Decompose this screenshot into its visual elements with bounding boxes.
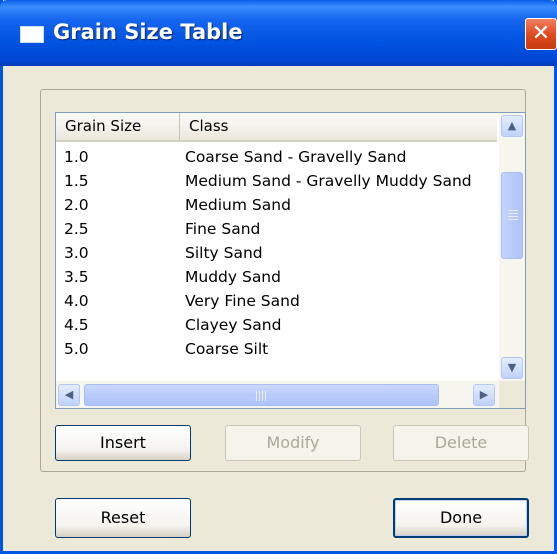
grain-size-table[interactable]: Grain Size Class 1.0 Coarse Sand - Gravel… xyxy=(55,112,526,409)
class-cell: Medium Sand xyxy=(185,196,291,214)
column-header-class[interactable]: Class xyxy=(180,113,497,140)
grain-size-cell: 4.5 xyxy=(64,316,89,334)
grain-size-cell: 1.5 xyxy=(64,172,89,190)
scroll-right-icon[interactable]: ▶ xyxy=(473,384,495,406)
class-cell: Fine Sand xyxy=(185,220,261,238)
window-icon xyxy=(20,26,44,43)
grip-line xyxy=(508,219,518,220)
class-cell: Muddy Sand xyxy=(185,268,281,286)
horizontal-scroll-thumb[interactable] xyxy=(84,384,439,406)
class-cell: Coarse Silt xyxy=(185,340,269,358)
close-button[interactable]: ✕ xyxy=(525,18,557,50)
table-row[interactable]: 3.5 Muddy Sand xyxy=(56,265,497,289)
grain-size-cell: 3.0 xyxy=(64,244,89,262)
vertical-scroll-thumb[interactable] xyxy=(501,172,523,259)
done-button[interactable]: Done xyxy=(393,498,529,538)
grip-line xyxy=(256,391,257,401)
class-cell: Very Fine Sand xyxy=(185,292,300,310)
table-header: Grain Size Class xyxy=(56,113,497,142)
window-title: Grain Size Table xyxy=(53,20,243,44)
scrollbar-corner xyxy=(499,381,525,408)
grain-size-cell: 5.0 xyxy=(64,340,89,358)
grain-size-dialog: Grain Size Table ✕ Grain Size Class 1.0 C… xyxy=(0,0,557,554)
table-rows: 1.0 Coarse Sand - Gravelly Sand 1.5 Medium… xyxy=(56,145,497,361)
insert-button[interactable]: Insert xyxy=(55,425,191,461)
grain-size-cell: 1.0 xyxy=(64,148,89,166)
grip-line xyxy=(508,216,518,217)
table-row[interactable]: 5.0 Coarse Silt xyxy=(56,337,497,361)
grain-size-cell: 2.5 xyxy=(64,220,89,238)
grip-line xyxy=(265,391,266,401)
scroll-down-icon[interactable]: ▼ xyxy=(501,357,523,379)
class-cell: Clayey Sand xyxy=(185,316,282,334)
modify-button[interactable]: Modify xyxy=(225,425,361,461)
class-cell: Silty Sand xyxy=(185,244,263,262)
scroll-left-icon[interactable]: ◀ xyxy=(58,384,80,406)
delete-button[interactable]: Delete xyxy=(393,425,529,461)
grain-size-cell: 4.0 xyxy=(64,292,89,310)
title-bar[interactable]: Grain Size Table ✕ xyxy=(0,0,557,66)
class-cell: Medium Sand - Gravelly Muddy Sand xyxy=(185,172,472,190)
grip-line xyxy=(508,213,518,214)
column-header-grain-size[interactable]: Grain Size xyxy=(56,113,180,140)
grain-size-cell: 3.5 xyxy=(64,268,89,286)
grip-line xyxy=(508,210,518,211)
class-cell: Coarse Sand - Gravelly Sand xyxy=(185,148,407,166)
table-row[interactable]: 4.0 Very Fine Sand xyxy=(56,289,497,313)
table-row[interactable]: 4.5 Clayey Sand xyxy=(56,313,497,337)
vertical-scrollbar[interactable]: ▲ ▼ xyxy=(499,113,525,381)
table-row[interactable]: 2.5 Fine Sand xyxy=(56,217,497,241)
table-row[interactable]: 3.0 Silty Sand xyxy=(56,241,497,265)
grip-line xyxy=(262,391,263,401)
horizontal-scrollbar[interactable]: ◀ ▶ xyxy=(56,381,499,408)
table-row[interactable]: 1.0 Coarse Sand - Gravelly Sand xyxy=(56,145,497,169)
reset-button[interactable]: Reset xyxy=(55,498,191,538)
scroll-up-icon[interactable]: ▲ xyxy=(501,115,523,137)
grain-size-cell: 2.0 xyxy=(64,196,89,214)
table-row[interactable]: 2.0 Medium Sand xyxy=(56,193,497,217)
table-row[interactable]: 1.5 Medium Sand - Gravelly Muddy Sand xyxy=(56,169,497,193)
grip-line xyxy=(259,391,260,401)
